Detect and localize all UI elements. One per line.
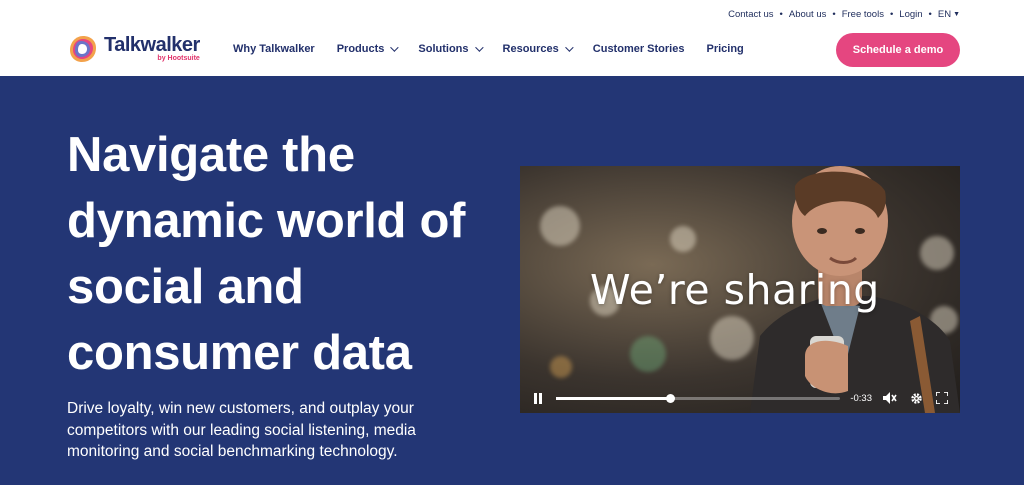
nav-products[interactable]: Products <box>336 43 400 55</box>
about-us-link[interactable]: About us <box>789 9 827 20</box>
gear-icon[interactable] <box>908 390 924 406</box>
separator: • <box>779 9 783 20</box>
hero-subcopy: Drive loyalty, win new customers, and ou… <box>67 400 416 460</box>
video-player[interactable]: We’re sharing -0:33 <box>520 166 960 413</box>
nav-customer-stories[interactable]: Customer Stories <box>593 43 685 55</box>
video-progress-fill <box>556 396 670 400</box>
fullscreen-icon[interactable] <box>934 390 950 406</box>
video-controls: -0:33 <box>520 383 960 413</box>
nav-why-talkwalker[interactable]: Why Talkwalker <box>233 43 315 55</box>
video-progress-bar[interactable] <box>556 393 841 403</box>
separator: • <box>889 9 894 20</box>
nav-label: Why Talkwalker <box>233 43 315 55</box>
nav-solutions[interactable]: Solutions <box>418 43 484 55</box>
schedule-demo-button[interactable]: Schedule a demo <box>836 33 960 67</box>
nav-label: Pricing <box>706 43 744 55</box>
bokeh-light <box>710 316 754 360</box>
talkwalker-logo-icon <box>67 33 99 65</box>
pause-icon[interactable] <box>530 390 546 406</box>
contact-us-link[interactable]: Contact us <box>728 9 773 20</box>
separator: • <box>928 9 932 20</box>
language-selector[interactable]: EN ▼ <box>938 9 960 20</box>
video-time-remaining: -0:33 <box>850 392 872 404</box>
brand-sub: by Hootsuite <box>157 55 200 62</box>
logo[interactable]: Talkwalker by Hootsuite <box>67 33 200 65</box>
login-link[interactable]: Login <box>899 9 922 20</box>
language-label: EN <box>937 9 952 20</box>
bokeh-light <box>630 336 666 372</box>
nav-pricing[interactable]: Pricing <box>706 43 743 55</box>
chevron-down-icon <box>474 43 484 52</box>
chevron-down-icon <box>390 43 400 52</box>
video-caption: We’re sharing <box>590 266 880 314</box>
caret-down-icon: ▼ <box>953 11 960 18</box>
bokeh-light <box>550 356 572 378</box>
site-header: Talkwalker by Hootsuite Why Talkwalker P… <box>0 25 1024 75</box>
hero-headline: Navigate the dynamic world of social and… <box>67 128 466 380</box>
chevron-down-icon <box>564 43 574 52</box>
nav-label: Customer Stories <box>592 43 685 55</box>
nav-resources[interactable]: Resources <box>502 43 574 55</box>
video-progress-knob[interactable] <box>665 393 675 403</box>
brand-name: Talkwalker <box>104 34 200 56</box>
main-nav: Why Talkwalker Products Solutions Resour… <box>233 43 766 55</box>
free-tools-link[interactable]: Free tools <box>842 9 884 20</box>
mute-icon[interactable] <box>882 390 898 406</box>
nav-label: Products <box>336 43 385 55</box>
separator: • <box>832 9 836 20</box>
bokeh-light <box>670 226 696 252</box>
nav-label: Solutions <box>418 43 469 55</box>
hero-section: Navigate the dynamic world of social and… <box>0 76 1024 485</box>
utility-bar: Contact us • About us • Free tools • Log… <box>728 9 960 20</box>
nav-label: Resources <box>502 43 559 55</box>
bokeh-light <box>540 206 580 246</box>
